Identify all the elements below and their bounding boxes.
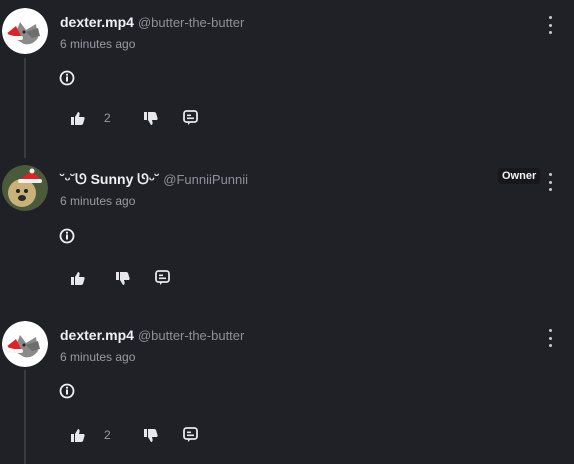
reply-bubble-icon [183,427,198,442]
comment-timestamp: 6 minutes ago [60,194,136,208]
comment: dexter.mp4 @butter-the-butter 6 minutes a… [0,0,574,150]
thumbs-up-icon [71,112,85,125]
author-line: ˘ᵕ˘ᘎ Sunny ᘎᵕ˘ @FunniiPunnii [60,171,248,188]
info-circle-icon [59,228,75,244]
comment-timestamp: 6 minutes ago [60,350,136,364]
author-line: dexter.mp4 @butter-the-butter [60,14,244,30]
avatar[interactable] [2,321,48,367]
author-name[interactable]: dexter.mp4 [60,327,134,343]
like-button[interactable] [71,112,85,125]
thumbs-up-icon [71,272,85,285]
author-handle[interactable]: @butter-the-butter [138,328,244,343]
comment: dexter.mp4 @butter-the-butter 6 minutes a… [0,313,574,463]
reply-button[interactable] [183,427,198,443]
like-button[interactable] [71,272,85,285]
reply-button[interactable] [155,270,170,286]
author-handle[interactable]: @butter-the-butter [138,15,244,30]
info-circle-icon [59,70,75,86]
like-button[interactable] [71,429,85,442]
avatar[interactable] [2,8,48,54]
avatar[interactable] [2,165,48,211]
author-handle[interactable]: @FunniiPunnii [163,172,248,187]
wolf-santa-hat-avatar-icon [2,321,48,367]
kebab-menu-icon[interactable] [545,16,555,34]
thumbs-down-icon [144,429,158,442]
reply-bubble-icon [155,270,170,285]
reply-bubble-icon [183,110,198,125]
info-circle-icon [59,383,75,399]
comment-timestamp: 6 minutes ago [60,37,136,51]
kebab-menu-icon[interactable] [545,173,555,191]
dislike-button[interactable] [144,429,158,442]
owner-badge: Owner [498,168,541,184]
dislike-button[interactable] [144,112,158,125]
author-line: dexter.mp4 @butter-the-butter [60,327,244,343]
like-count: 2 [104,111,111,125]
reply-button[interactable] [183,110,198,126]
comment: ˘ᵕ˘ᘎ Sunny ᘎᵕ˘ @FunniiPunnii 6 minutes ag… [0,157,574,307]
author-name[interactable]: dexter.mp4 [60,14,134,30]
wolf-santa-hat-avatar-icon [2,8,48,54]
thumbs-down-icon [144,112,158,125]
kebab-menu-icon[interactable] [545,329,555,347]
thumbs-up-icon [71,429,85,442]
dog-santa-hat-avatar-icon [2,165,48,211]
dislike-button[interactable] [116,272,130,285]
thumbs-down-icon [116,272,130,285]
author-name[interactable]: ˘ᵕ˘ᘎ Sunny ᘎᵕ˘ [60,171,159,187]
like-count: 2 [104,428,111,442]
